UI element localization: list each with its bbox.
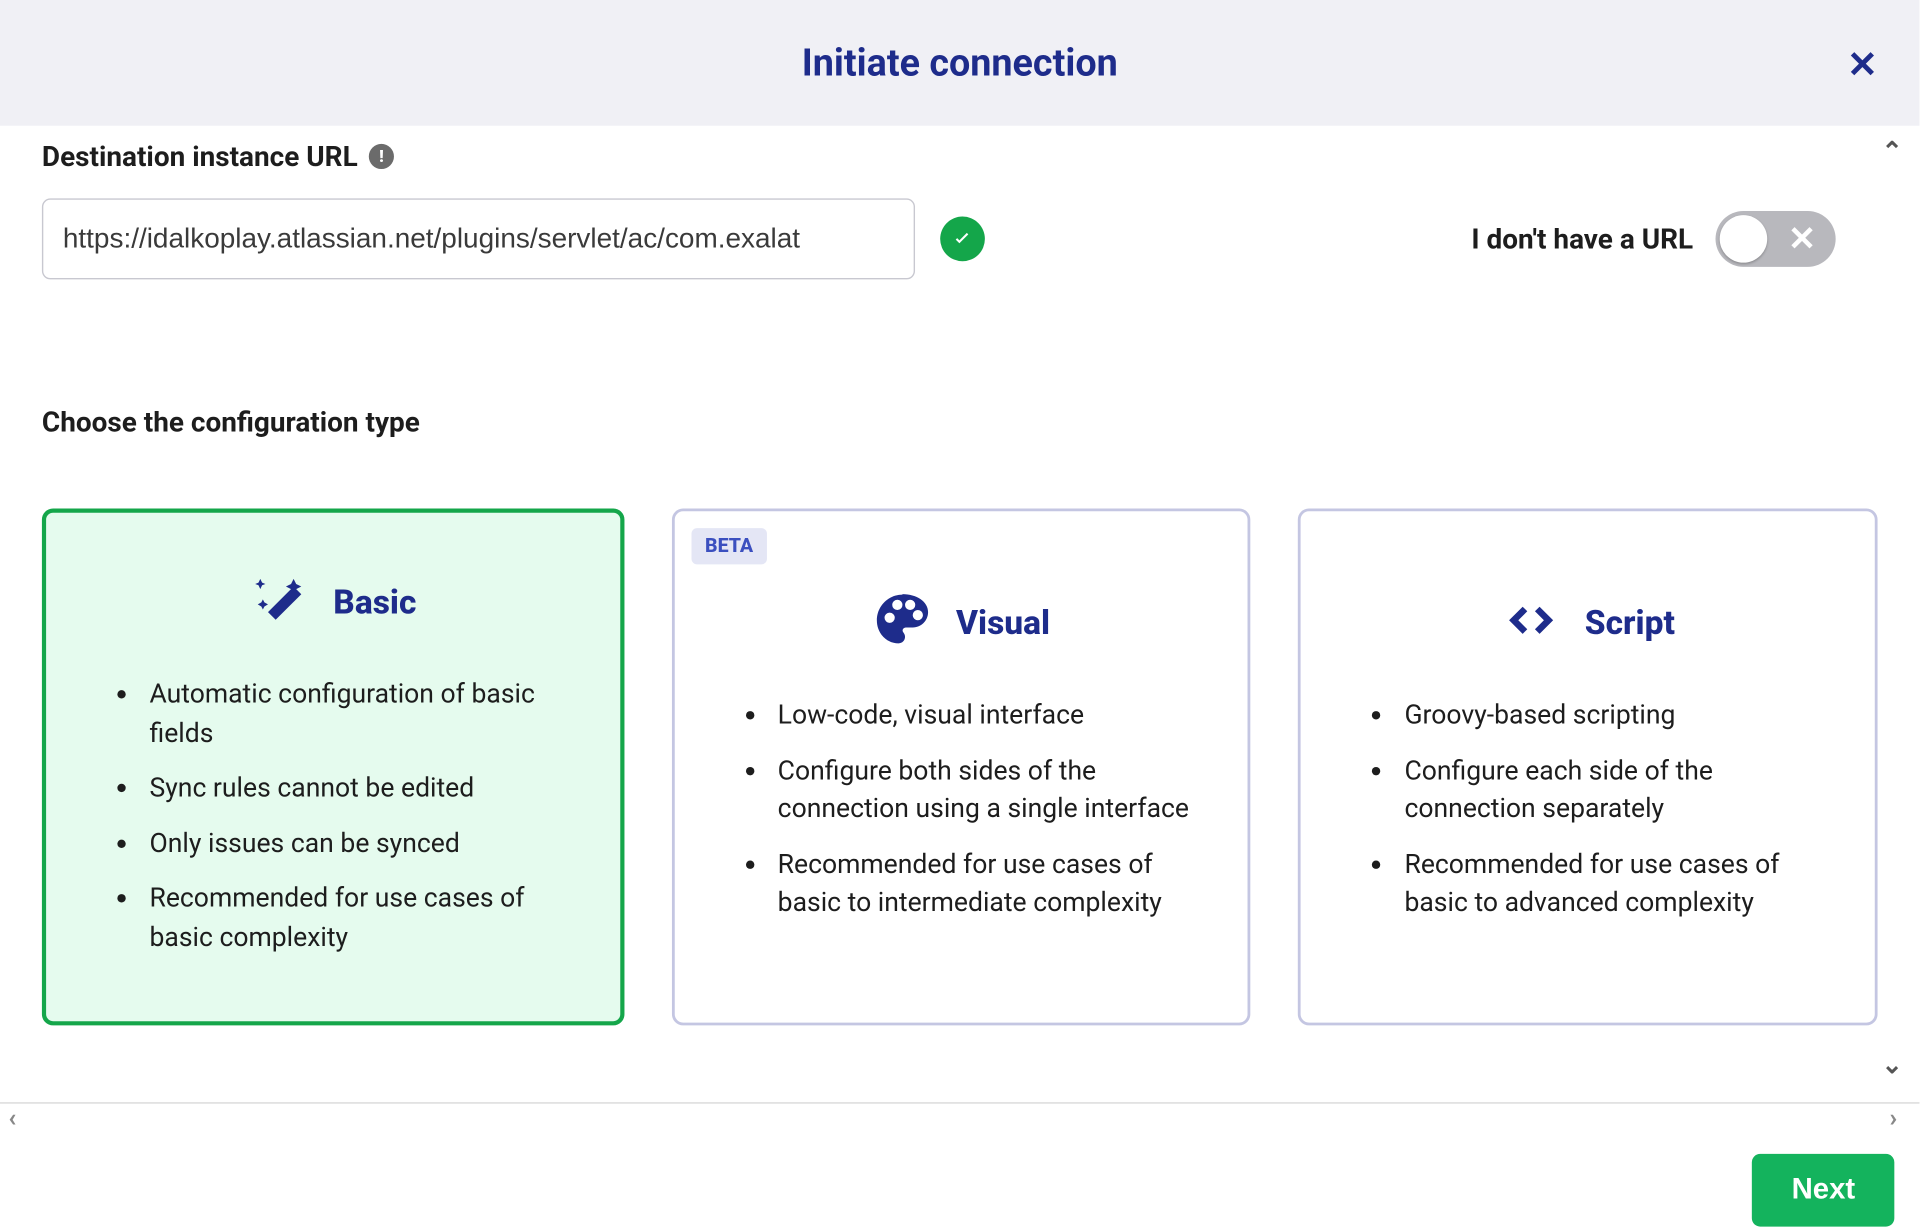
scroll-left-caret[interactable]: ‹ xyxy=(8,1104,16,1133)
no-url-toggle[interactable]: ✕ xyxy=(1716,211,1836,267)
list-item: Low-code, visual interface xyxy=(772,696,1206,734)
card-visual-head: Visual xyxy=(699,590,1222,657)
list-item: Recommended for use cases of basic to in… xyxy=(772,845,1206,922)
card-basic-title: Basic xyxy=(333,583,416,622)
wand-icon xyxy=(249,569,310,636)
card-visual-features: Low-code, visual interface Configure bot… xyxy=(699,696,1222,922)
card-basic-head: Basic xyxy=(71,569,594,636)
check-icon xyxy=(940,217,985,262)
beta-badge: BETA xyxy=(691,528,767,564)
toggle-knob xyxy=(1720,215,1767,262)
modal-footer: Next xyxy=(0,1140,1919,1227)
card-script[interactable]: Script Groovy-based scripting Configure … xyxy=(1298,509,1877,1026)
card-basic[interactable]: Basic Automatic configuration of basic f… xyxy=(42,509,624,1026)
info-icon[interactable]: ! xyxy=(369,144,394,169)
modal-header: Initiate connection ✕ xyxy=(0,0,1919,126)
card-visual[interactable]: BETA Visual Low-code, visual interface C… xyxy=(671,509,1250,1026)
list-item: Recommended for use cases of basic to ad… xyxy=(1399,845,1833,922)
close-icon[interactable]: ✕ xyxy=(1847,45,1877,87)
list-item: Sync rules cannot be edited xyxy=(144,768,578,806)
next-button[interactable]: Next xyxy=(1752,1154,1894,1227)
list-item: Groovy-based scripting xyxy=(1399,696,1833,734)
destination-url-label: Destination instance URL xyxy=(42,140,358,174)
list-item: Recommended for use cases of basic compl… xyxy=(144,879,578,956)
no-url-label: I don't have a URL xyxy=(1471,222,1693,256)
url-input-row: I don't have a URL ✕ xyxy=(42,198,1878,279)
card-script-title: Script xyxy=(1585,604,1675,643)
list-item: Configure each side of the connection se… xyxy=(1399,751,1833,828)
card-script-features: Groovy-based scripting Configure each si… xyxy=(1326,696,1849,922)
toggle-off-x-icon: ✕ xyxy=(1788,219,1816,258)
palette-icon xyxy=(872,590,933,657)
list-item: Configure both sides of the connection u… xyxy=(772,751,1206,828)
list-item: Automatic configuration of basic fields xyxy=(144,675,578,752)
modal-title: Initiate connection xyxy=(802,41,1118,86)
destination-url-input[interactable] xyxy=(42,198,915,279)
config-type-title: Choose the configuration type xyxy=(42,405,1878,439)
card-basic-features: Automatic configuration of basic fields … xyxy=(71,675,594,956)
initiate-connection-modal: Initiate connection ✕ ⌃ Destination inst… xyxy=(0,0,1919,1227)
no-url-block: I don't have a URL ✕ xyxy=(1471,211,1877,267)
url-label-row: Destination instance URL ! xyxy=(42,126,1878,173)
hscroll: ‹ › xyxy=(0,1104,1919,1140)
scroll-down-caret[interactable]: ⌄ xyxy=(1882,1051,1903,1080)
modal-content: Destination instance URL ! I don't have … xyxy=(0,126,1919,1104)
list-item: Only issues can be synced xyxy=(144,824,578,862)
card-visual-title: Visual xyxy=(956,604,1050,643)
config-cards: Basic Automatic configuration of basic f… xyxy=(42,509,1878,1026)
scroll-right-caret[interactable]: › xyxy=(1890,1104,1898,1133)
card-script-head: Script xyxy=(1326,590,1849,657)
code-icon xyxy=(1501,590,1562,657)
